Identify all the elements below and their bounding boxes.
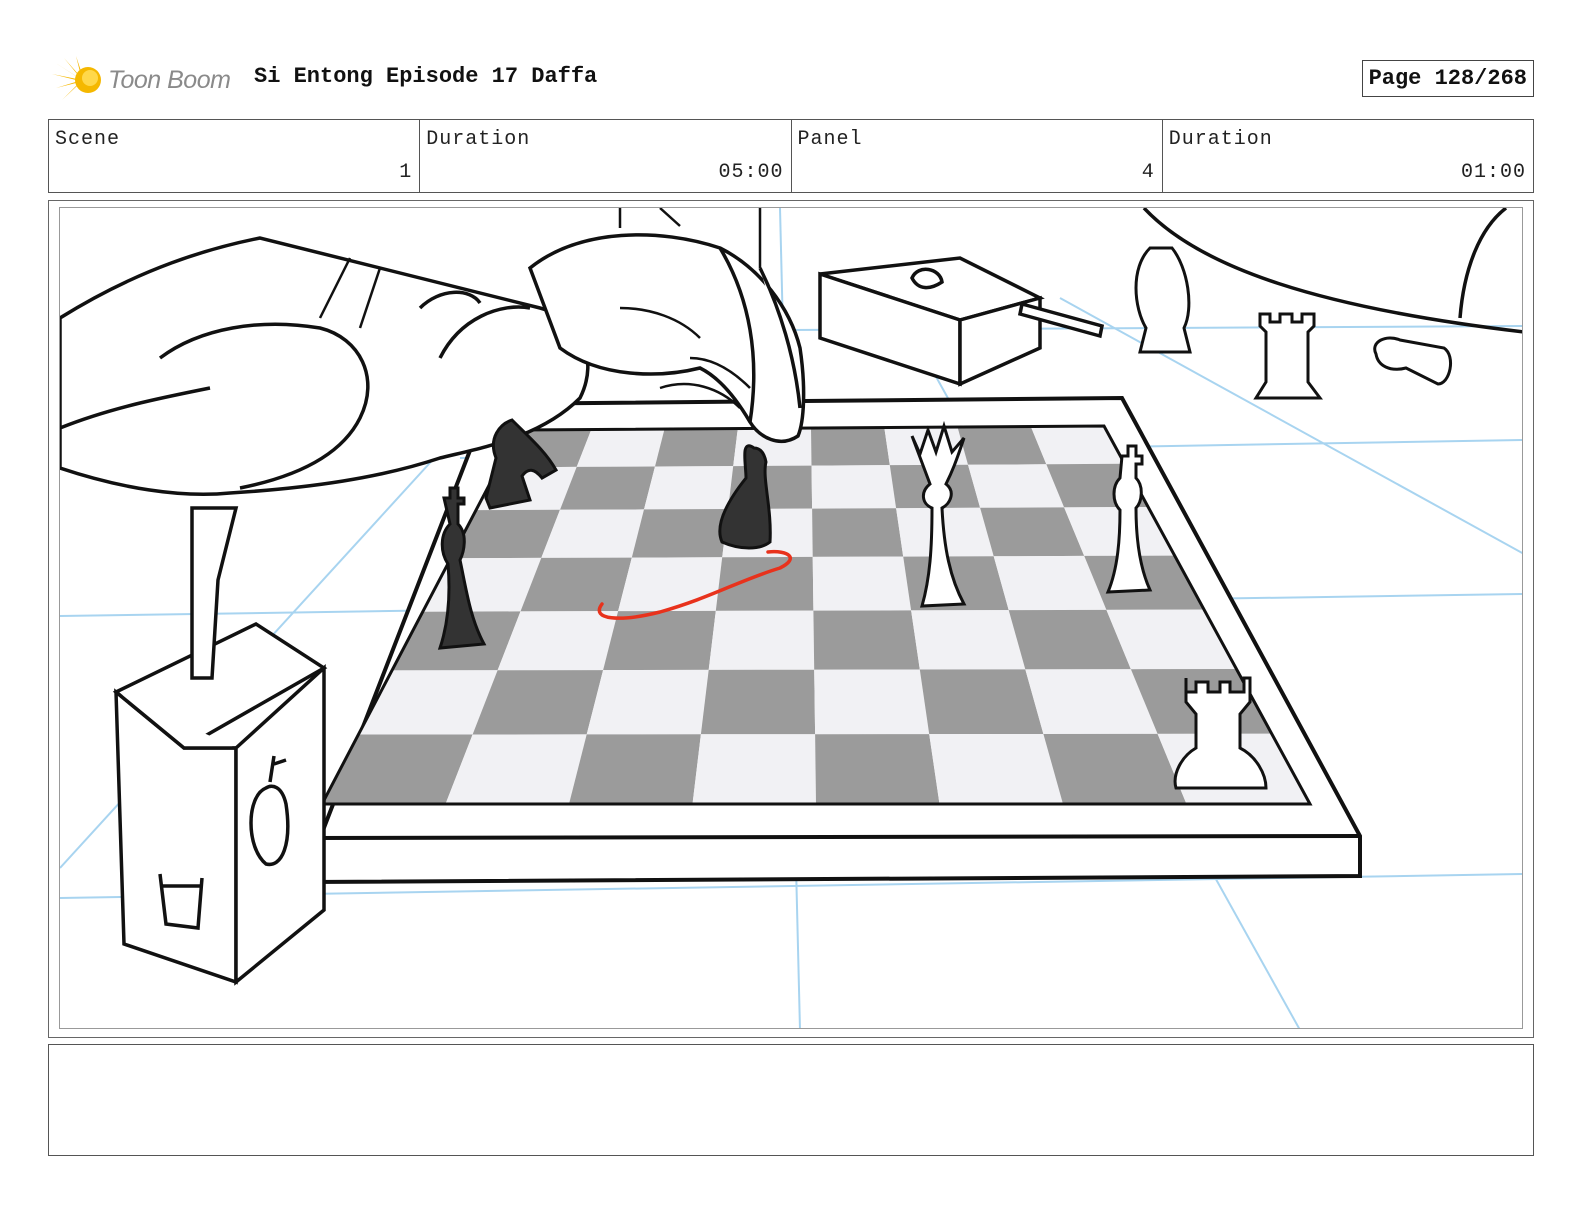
- scene-value: 1: [399, 161, 413, 184]
- board-square: [812, 508, 904, 557]
- scene-label: Scene: [55, 128, 121, 151]
- panel-duration-label: Duration: [1168, 128, 1273, 151]
- board-square: [618, 557, 723, 612]
- page-number: Page 128/268: [1361, 60, 1534, 97]
- board-square: [569, 734, 701, 804]
- panel-cell: Panel 4: [792, 120, 1163, 192]
- chess-scene-sketch: [60, 208, 1522, 1028]
- board-square: [812, 556, 912, 611]
- board-square: [700, 669, 816, 735]
- board-square: [919, 669, 1044, 735]
- panel-value: 4: [1141, 161, 1155, 184]
- scene-cell: Scene 1: [49, 120, 421, 192]
- panel-drawing-area: [59, 207, 1523, 1029]
- panel-duration-value: 01:00: [1460, 161, 1526, 184]
- captured-pieces: [1134, 246, 1453, 400]
- storyboard-panel: [48, 200, 1534, 1038]
- panel-label: Panel: [797, 128, 863, 151]
- board-square: [692, 734, 816, 804]
- board-square: [811, 465, 897, 509]
- board-square: [911, 610, 1026, 670]
- board-square: [814, 669, 930, 735]
- board-square: [815, 734, 940, 804]
- scene-duration-label: Duration: [426, 128, 531, 151]
- board-square: [929, 734, 1063, 804]
- cigarette-box: [818, 256, 1105, 387]
- juice-box: [112, 506, 328, 986]
- scene-duration-cell: Duration 05:00: [420, 120, 792, 192]
- page-header: Toon Boom Si Entong Episode 17 Daffa Pag…: [48, 52, 1534, 108]
- project-title: Si Entong Episode 17 Daffa: [254, 64, 598, 89]
- board-square: [631, 509, 729, 558]
- board-square: [811, 427, 890, 466]
- panel-info-table: Scene 1 Duration 05:00 Panel 4 Duration …: [48, 119, 1534, 193]
- board-square: [576, 429, 665, 467]
- board-square: [813, 610, 920, 670]
- board-square: [655, 428, 738, 467]
- panel-notes-box: [48, 1044, 1534, 1156]
- toon-boom-logo: Toon Boom: [52, 56, 231, 104]
- panel-duration-cell: Duration 01:00: [1163, 120, 1533, 192]
- scene-duration-value: 05:00: [718, 161, 784, 184]
- logo-text: Toon Boom: [108, 65, 231, 94]
- board-square: [644, 466, 734, 510]
- board-square: [708, 610, 815, 670]
- board-square: [586, 669, 709, 735]
- board-square: [715, 556, 814, 611]
- board-square: [957, 426, 1047, 465]
- sunburst-logo-icon: [52, 56, 101, 100]
